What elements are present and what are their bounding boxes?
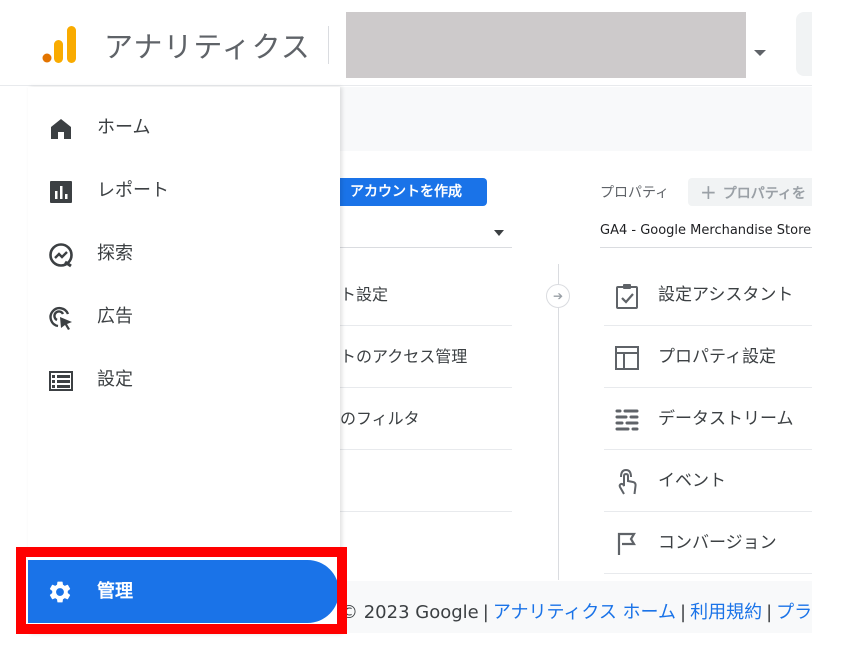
nav-item-label: ホーム bbox=[97, 117, 151, 138]
explore-icon bbox=[48, 242, 74, 268]
nav-item-home[interactable]: ホーム bbox=[28, 101, 340, 155]
footer-copyright: © 2023 Google bbox=[340, 602, 479, 623]
reports-icon bbox=[48, 179, 74, 205]
footer-separator: | bbox=[482, 602, 489, 623]
all-filters-item[interactable]: のフィルタ bbox=[340, 388, 512, 450]
nav-item-label: レポート bbox=[97, 180, 169, 201]
footer-separator: | bbox=[680, 602, 687, 623]
nav-item-reports[interactable]: レポート bbox=[28, 164, 340, 218]
footer-link-terms[interactable]: 利用規約 bbox=[690, 602, 762, 623]
property-item-label: プロパティ設定 bbox=[658, 347, 776, 367]
account-select[interactable] bbox=[340, 218, 512, 248]
app-title: アナリティクス bbox=[104, 30, 311, 64]
property-item-label: 設定アシスタント bbox=[658, 285, 794, 305]
advertising-icon bbox=[48, 305, 74, 331]
home-icon bbox=[48, 116, 74, 142]
nav-item-configure[interactable]: 設定 bbox=[28, 353, 340, 407]
configure-icon bbox=[48, 368, 74, 394]
create-property-button[interactable]: + プロパティを bbox=[688, 178, 812, 206]
checklist-icon bbox=[614, 283, 640, 309]
app-header: アナリティクス bbox=[0, 0, 812, 86]
account-access-item[interactable]: トのアクセス管理 bbox=[340, 326, 512, 388]
events-item[interactable]: イベント bbox=[604, 450, 812, 512]
create-account-button[interactable]: アカウントを作成 bbox=[340, 178, 487, 206]
header-divider bbox=[328, 26, 329, 64]
property-settings-icon bbox=[614, 345, 640, 371]
nav-item-advertising[interactable]: 広告 bbox=[28, 290, 340, 344]
plus-icon: + bbox=[700, 180, 717, 204]
nav-item-label: 設定 bbox=[97, 369, 133, 390]
account-select-caret-icon bbox=[494, 230, 504, 236]
property-item-label: データストリーム bbox=[658, 409, 794, 429]
column-divider bbox=[558, 264, 559, 580]
admin-tab-band bbox=[340, 87, 812, 151]
data-streams-item[interactable]: データストリーム bbox=[604, 388, 812, 450]
account-item-label: トのアクセス管理 bbox=[340, 347, 468, 366]
account-item-label: のフィルタ bbox=[340, 409, 420, 428]
nav-item-explore[interactable]: 探索 bbox=[28, 227, 340, 281]
account-empty-item bbox=[340, 450, 512, 512]
property-label: プロパティ bbox=[600, 185, 670, 201]
nav-item-label: 探索 bbox=[97, 243, 133, 264]
flag-icon bbox=[614, 531, 640, 557]
footer-separator: | bbox=[766, 602, 773, 623]
analytics-logo-icon[interactable] bbox=[42, 24, 78, 64]
nav-item-label: 広告 bbox=[97, 306, 133, 327]
property-item-label: コンバージョン bbox=[658, 533, 777, 553]
account-picker-caret-icon[interactable] bbox=[754, 50, 766, 56]
property-settings-item[interactable]: プロパティ設定 bbox=[604, 326, 812, 388]
footer-link-privacy[interactable]: プライバシー bbox=[776, 602, 812, 623]
property-select[interactable]: GA4 - Google Merchandise Store bbox=[600, 218, 812, 248]
property-item-label: イベント bbox=[658, 471, 726, 491]
footer-link-analytics-home[interactable]: アナリティクス ホーム bbox=[493, 602, 676, 623]
create-property-label: プロパティを bbox=[722, 186, 806, 202]
touch-icon bbox=[614, 468, 640, 495]
data-streams-icon bbox=[614, 407, 640, 433]
account-item-label: ト設定 bbox=[340, 285, 389, 304]
conversions-item[interactable]: コンバージョン bbox=[604, 512, 812, 574]
footer: © 2023 Google|アナリティクス ホーム|利用規約|プライバシー bbox=[340, 581, 812, 633]
setup-assistant-item[interactable]: 設定アシスタント bbox=[604, 264, 812, 326]
highlight-annotation-box bbox=[16, 547, 347, 634]
account-settings-item[interactable]: ト設定 bbox=[340, 264, 512, 326]
account-picker[interactable] bbox=[346, 12, 746, 78]
search-box[interactable] bbox=[796, 12, 812, 76]
arrow-right-icon: ➔ bbox=[546, 284, 570, 308]
